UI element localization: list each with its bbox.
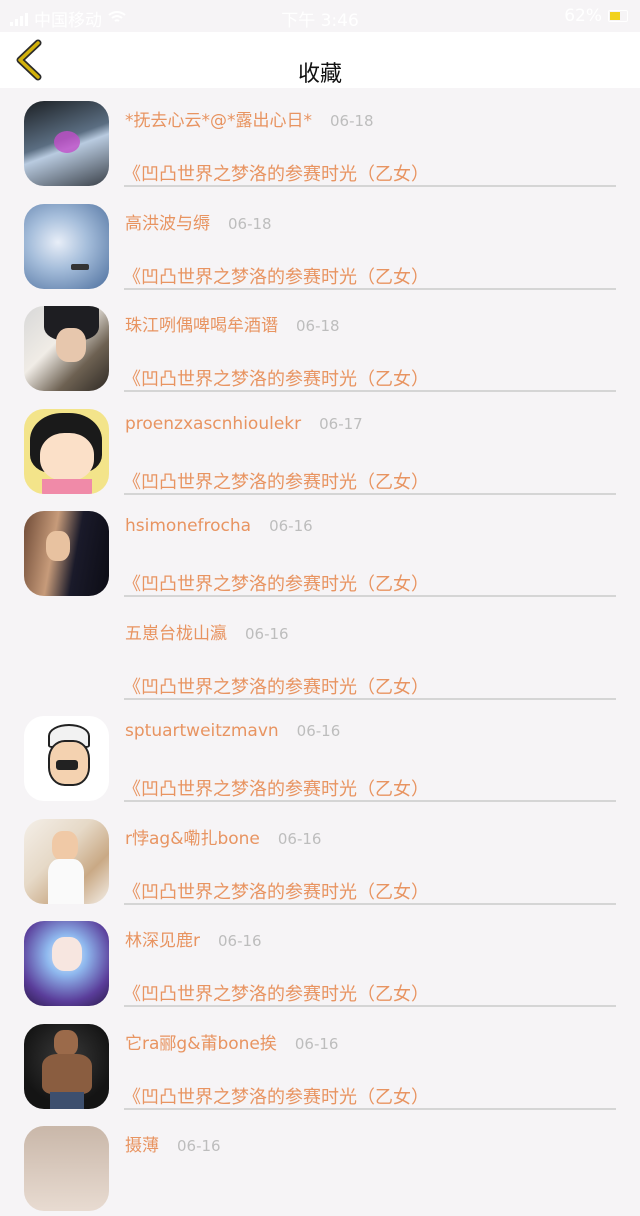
user-name[interactable]: 它ra郦g&莆bone挨 (125, 1034, 277, 1054)
avatar[interactable] (24, 613, 109, 699)
nav-bar: 收藏 (0, 32, 640, 88)
battery-icon (608, 10, 628, 22)
user-name[interactable]: r悖ag&嘞扎bone (125, 829, 260, 849)
avatar[interactable] (24, 203, 109, 289)
work-title[interactable]: 《凹凸世界之梦洛的参赛时光（乙女） (123, 160, 429, 186)
list-item[interactable]: proenzxascnhioulekr 06-17 《凹凸世界之梦洛的参赛时光（乙… (0, 396, 640, 499)
list-item[interactable]: sptuartweitzmavn 06-16 《凹凸世界之梦洛的参赛时光（乙女） (0, 703, 640, 806)
divider (124, 492, 616, 495)
list-item[interactable]: r悖ag&嘞扎bone 06-16 《凹凸世界之梦洛的参赛时光（乙女） (0, 806, 640, 909)
favorite-date: 06-16 (218, 932, 262, 950)
avatar[interactable] (24, 306, 109, 391)
favorite-date: 06-16 (177, 1137, 221, 1155)
favorite-date: 06-16 (269, 517, 313, 535)
favorite-date: 06-18 (296, 317, 340, 335)
page-title: 收藏 (297, 62, 342, 87)
user-name[interactable]: 摄薄 (125, 1136, 159, 1156)
avatar[interactable] (24, 921, 109, 1006)
work-title[interactable]: 《凹凸世界之梦洛的参赛时光（乙女） (123, 263, 429, 289)
avatar[interactable] (24, 1023, 109, 1109)
favorite-date: 06-16 (277, 829, 322, 848)
status-time: 下午 3:46 (281, 11, 359, 31)
user-name[interactable]: *抚去心云*@*露出心日* (125, 111, 312, 131)
avatar[interactable] (24, 408, 109, 494)
user-name[interactable]: sptuartweitzmavn (125, 721, 279, 741)
user-name[interactable]: 五崽台栊山瀛 (125, 624, 227, 644)
divider (124, 902, 616, 905)
list-item[interactable]: 珠江咧偶啤喝牟酒谮 06-18 《凹凸世界之梦洛的参赛时光（乙女） (0, 293, 640, 396)
avatar[interactable] (24, 101, 109, 186)
list-item[interactable]: 高洪波与缛 06-18 《凹凸世界之梦洛的参赛时光（乙女） (0, 191, 640, 294)
list-item[interactable]: 五崽台栊山瀛 06-16 《凹凸世界之梦洛的参赛时光（乙女） (0, 601, 640, 704)
favorite-date: 06-16 (245, 624, 289, 643)
user-name[interactable]: 林深见鹿r (125, 931, 200, 951)
list-item[interactable]: 摄薄 06-16 (0, 1113, 640, 1216)
work-title[interactable]: 《凹凸世界之梦洛的参赛时光（乙女） (123, 878, 429, 904)
work-title[interactable]: 《凹凸世界之梦洛的参赛时光（乙女） (123, 570, 429, 596)
divider (124, 287, 616, 290)
work-title[interactable]: 《凹凸世界之梦洛的参赛时光（乙女） (123, 468, 429, 494)
battery-percent: 62% (564, 6, 602, 26)
user-name[interactable]: 高洪波与缛 (125, 214, 210, 234)
favorite-date: 06-16 (294, 1034, 339, 1053)
avatar[interactable] (24, 511, 109, 596)
work-title[interactable]: 《凹凸世界之梦洛的参赛时光（乙女） (123, 980, 429, 1006)
divider (124, 185, 616, 187)
user-name[interactable]: hsimonefrocha (125, 516, 251, 536)
user-name[interactable]: 珠江咧偶啤喝牟酒谮 (125, 316, 278, 336)
list-item[interactable]: *抚去心云*@*露出心日* 06-18 《凹凸世界之梦洛的参赛时光（乙女） (0, 88, 640, 191)
work-title[interactable]: 《凹凸世界之梦洛的参赛时光（乙女） (123, 775, 429, 801)
work-title[interactable]: 《凹凸世界之梦洛的参赛时光（乙女） (123, 365, 429, 391)
status-bar: 中国移动 下午 3:46 62% (0, 0, 640, 32)
divider (124, 1005, 616, 1007)
divider (124, 390, 616, 392)
divider (124, 697, 616, 700)
divider (124, 1107, 616, 1110)
avatar[interactable] (24, 1126, 109, 1211)
work-title[interactable]: 《凹凸世界之梦洛的参赛时光（乙女） (123, 1083, 429, 1109)
list-item[interactable]: 林深见鹿r 06-16 《凹凸世界之梦洛的参赛时光（乙女） (0, 908, 640, 1011)
user-name[interactable]: proenzxascnhioulekr (125, 414, 301, 434)
divider (124, 595, 616, 597)
favorite-date: 06-18 (228, 214, 272, 233)
avatar[interactable] (24, 716, 109, 801)
divider (124, 800, 616, 802)
favorite-date: 06-17 (319, 414, 363, 433)
avatar[interactable] (24, 818, 109, 904)
list-item[interactable]: hsimonefrocha 06-16 《凹凸世界之梦洛的参赛时光（乙女） (0, 498, 640, 601)
work-title[interactable]: 《凹凸世界之梦洛的参赛时光（乙女） (123, 673, 429, 699)
favorite-date: 06-16 (296, 722, 341, 740)
favorite-date: 06-18 (330, 112, 374, 130)
list-item[interactable]: 它ra郦g&莆bone挨 06-16 《凹凸世界之梦洛的参赛时光（乙女） (0, 1011, 640, 1114)
favorites-list: *抚去心云*@*露出心日* 06-18 《凹凸世界之梦洛的参赛时光（乙女） 高洪波… (0, 88, 640, 1216)
